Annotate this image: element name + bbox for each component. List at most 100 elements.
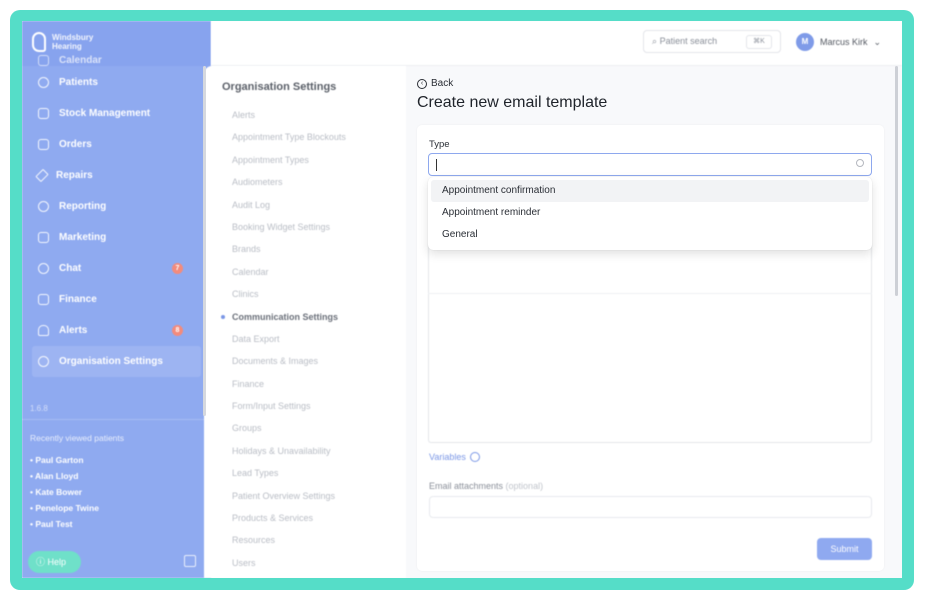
gear-icon [38,356,49,367]
sidebar-item-label: Patients [59,77,98,88]
dropdown-option[interactable]: Appointment confirmation [431,180,869,202]
dropdown-option[interactable]: Appointment reminder [431,202,869,224]
email-body-editor[interactable] [428,243,872,443]
avatar: M [796,33,814,51]
settings-item[interactable]: Booking Widget Settings [232,216,346,238]
settings-item[interactable]: Communication Settings [221,306,346,328]
search-icon [856,159,864,167]
sidebar-item-patients[interactable]: Patients [22,67,211,98]
settings-item[interactable]: Brands [232,238,346,260]
sidebar-item-label: Finance [59,294,97,305]
sidebar-item-organisation-settings[interactable]: Organisation Settings [32,346,201,377]
settings-list: Alerts Appointment Type Blockouts Appointm… [221,104,346,574]
submit-button[interactable]: Submit [817,538,872,560]
mail-icon [38,232,49,243]
sidebar: Windsbury Hearing Calendar Patients Stock… [22,21,211,578]
recent-patient-link[interactable]: • Paul Test [30,516,99,532]
chevron-down-icon: ⌄ [873,36,882,47]
search-icon: ⌕ [652,36,658,46]
settings-item[interactable]: Finance [232,373,346,395]
settings-item[interactable]: Patient Overview Settings [232,485,346,507]
sidebar-item-label: Organisation Settings [59,356,163,367]
ear-logo-icon [32,32,46,52]
settings-title: Organisation Settings [222,81,337,93]
type-field-label: Type [429,139,450,150]
optional-hint: (optional) [505,481,544,491]
patient-search-button[interactable]: ⌕ Patient search ⌘K [643,30,781,53]
alerts-count-badge: 8 [172,325,183,336]
settings-item[interactable]: Audit Log [232,194,346,216]
variables-link[interactable]: Variables [429,452,480,462]
settings-item[interactable]: Audiometers [232,171,346,193]
settings-item[interactable]: Form/Input Settings [232,395,346,417]
help-circle-icon: ⓘ [36,557,46,567]
settings-item[interactable]: Data Export [232,328,346,350]
recent-patient-link[interactable]: • Kate Bower [30,484,99,500]
settings-item[interactable]: Documents & Images [232,350,346,372]
settings-item[interactable]: Resources [232,529,346,551]
settings-item[interactable]: Groups [232,417,346,439]
sidebar-item-marketing[interactable]: Marketing [22,222,211,253]
attachments-label: Email attachments (optional) [429,481,544,491]
sidebar-item-alerts[interactable]: Alerts 8 [22,315,211,346]
settings-item[interactable]: Clinics [232,283,346,305]
main-scrollbar[interactable] [895,66,898,296]
wrench-icon [35,168,49,183]
settings-item[interactable]: Holidays & Unavailability [232,440,346,462]
chat-count-badge: 7 [172,263,183,274]
sidebar-item-label: Orders [59,139,92,150]
sidebar-item-finance[interactable]: Finance [22,284,211,315]
sidebar-item-label: Marketing [59,232,107,243]
help-label: Help [47,557,67,567]
arrow-left-circle-icon: ‹ [417,78,427,89]
sidebar-item-stock-management[interactable]: Stock Management [22,98,211,129]
top-header: ⌕ Patient search ⌘K M Marcus Kirk ⌄ [211,21,902,66]
type-select-input[interactable] [428,153,872,176]
credit-card-icon [38,294,49,305]
sidebar-item-reporting[interactable]: Reporting [22,191,211,222]
settings-item[interactable]: Appointment Type Blockouts [232,126,346,148]
pie-chart-icon [38,201,49,212]
user-menu[interactable]: M Marcus Kirk ⌄ [796,33,881,51]
calendar-icon [38,54,49,66]
recent-patient-link[interactable]: • Alan Lloyd [30,468,99,484]
settings-item[interactable]: Appointment Types [232,149,346,171]
sidebar-item-chat[interactable]: Chat 7 [22,253,211,284]
recent-patient-link[interactable]: • Penelope Twine [30,500,99,516]
sidebar-item-orders[interactable]: Orders [22,129,211,160]
sidebar-divider [22,419,211,420]
settings-item[interactable]: Alerts [232,104,346,126]
attachments-select[interactable] [429,496,872,518]
sidebar-item-label: Chat [59,263,82,274]
brand-logo[interactable]: Windsbury Hearing [32,29,93,55]
sidebar-item-calendar[interactable]: Calendar [22,53,211,67]
collapse-sidebar-icon[interactable] [184,555,196,567]
sidebar-nav: Calendar Patients Stock Management Order… [22,54,211,377]
settings-item[interactable]: Products & Services [232,507,346,529]
settings-item[interactable]: Lead Types [232,462,346,484]
settings-nav: Organisation Settings Alerts Appointment … [204,66,406,578]
info-icon [469,452,480,462]
sidebar-item-label: Reporting [59,201,107,212]
brand-name: Windsbury Hearing [52,33,94,51]
settings-item[interactable]: Calendar [232,261,346,283]
sidebar-item-repairs[interactable]: Repairs [22,160,211,191]
help-button[interactable]: ⓘ Help [28,551,81,573]
user-name: Marcus Kirk [820,37,868,47]
text-caret [436,159,437,171]
dropdown-option[interactable]: General [431,224,869,246]
box-icon [38,108,49,119]
bell-icon [38,325,49,336]
settings-scrollbar[interactable] [203,66,206,416]
recent-patient-link[interactable]: • Paul Garton [30,452,99,468]
recent-patients-list: • Paul Garton • Alan Lloyd • Kate Bower … [30,452,99,532]
search-shortcut-hint: ⌘K [746,35,772,49]
page-title: Create new email template [417,94,608,111]
user-icon [38,77,49,88]
variables-label: Variables [429,452,466,462]
recent-patients-title: Recently viewed patients [30,433,125,443]
settings-item[interactable]: Users [232,552,346,574]
back-link[interactable]: ‹ Back [417,78,453,89]
chat-bubble-icon [38,263,49,274]
orders-icon [38,139,49,150]
